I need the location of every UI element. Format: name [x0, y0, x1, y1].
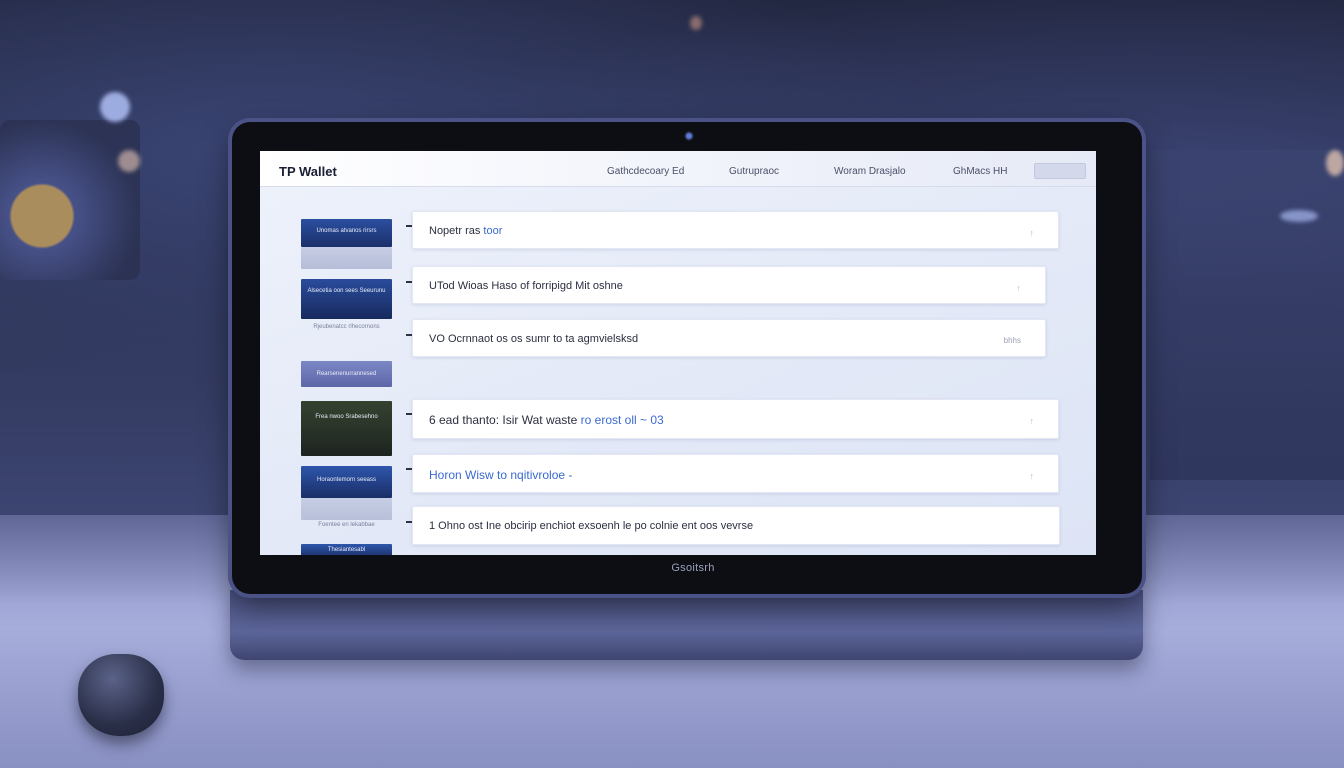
thumbnail[interactable]: Frea nwoo Srabesehno [301, 401, 392, 456]
background-light [690, 16, 702, 30]
background-light [100, 92, 130, 122]
thumbnail-label: Thesiantesabl [327, 547, 366, 553]
thumbnail[interactable]: Alsecetia oon sees Seeurunu [301, 279, 392, 319]
thumbnail-label: Horaontemorn seeass [316, 477, 377, 483]
nav-item[interactable]: Gathcdecoary Ed [607, 166, 684, 177]
monitor-brand: Gsoitsrh [671, 562, 715, 574]
chevron-icon: ↑ [1029, 471, 1035, 481]
thumbnail-strip [301, 247, 392, 269]
nav-item[interactable]: Woram Drasjalo [834, 166, 906, 177]
chevron-icon: ↑ [1016, 283, 1022, 293]
app-title: TP Wallet [279, 164, 337, 179]
thumbnail[interactable]: Unomas atvanos rirsrs [301, 219, 392, 247]
row-text: VO Ocrnnaot os os sumr to ta agmvielsksd [429, 333, 639, 345]
thumbnail-column: Unomas atvanos rirsrs Alsecetia oon sees… [301, 219, 392, 555]
thumbnail-caption: Rjeubenatcc rlhecornons [313, 324, 380, 330]
mouse-device [78, 654, 164, 736]
thumbnail-caption: Foentee en lekabbae [318, 522, 375, 528]
background-monitor [0, 120, 140, 280]
list-row[interactable]: Horon Wisw to nqitivroloe - ↑ [412, 454, 1059, 493]
thumbnail-label: Frea nwoo Srabesehno [315, 414, 378, 420]
row-text: 1 Ohno ost Ine obcirip enchiot exsoenh l… [429, 520, 754, 532]
thumbnail-caption [301, 333, 392, 342]
background-light [1280, 210, 1318, 222]
thumbnail-label: Unomas atvanos rirsrs [316, 228, 377, 234]
thumbnail-label: Alsecetia oon sees Seeurunu [307, 288, 386, 294]
chevron-icon: ↑ [1029, 228, 1035, 238]
thumbnail[interactable]: Rearsenenurrannesed [301, 361, 392, 387]
chevron-icon: ↑ [1029, 416, 1035, 426]
row-text: 6 ead thanto: Isir Wat waste ro erost ol… [429, 413, 664, 427]
nav-action-button[interactable] [1034, 163, 1086, 179]
row-text: UTod Wioas Haso of forripigd Mit oshne [429, 280, 623, 292]
background-shelf [1150, 150, 1344, 480]
background-light [118, 150, 140, 172]
thumbnail-strip [301, 498, 392, 520]
camera-icon [684, 131, 694, 141]
list-row[interactable]: 6 ead thanto: Isir Wat waste ro erost ol… [412, 399, 1059, 439]
screen: TP Wallet Gathcdecoary Ed Gutrupraoc Wor… [260, 151, 1096, 555]
list-row[interactable]: 1 Ohno ost Ine obcirip enchiot exsoenh l… [412, 506, 1060, 545]
row-aside: bhhs [1003, 336, 1021, 345]
row-text: Nopetr ras toor [429, 225, 503, 237]
background-light [1326, 150, 1344, 176]
list-row[interactable]: VO Ocrnnaot os os sumr to ta agmvielsksd… [412, 319, 1046, 357]
nav-item[interactable]: GhMacs HH [953, 166, 1007, 177]
thumbnail[interactable]: Horaontemorn seeass [301, 466, 392, 498]
monitor-chin [230, 590, 1143, 660]
list-row[interactable]: Nopetr ras toor ↑ [412, 211, 1059, 249]
top-navigation-bar: TP Wallet Gathcdecoary Ed Gutrupraoc Wor… [260, 151, 1096, 187]
row-text: Horon Wisw to nqitivroloe - [429, 468, 573, 482]
thumbnail-label: Rearsenenurrannesed [316, 371, 377, 377]
list-row[interactable]: UTod Wioas Haso of forripigd Mit oshne ↑ [412, 266, 1046, 304]
thumbnail[interactable]: Thesiantesabl [301, 544, 392, 555]
nav-item[interactable]: Gutrupraoc [729, 166, 779, 177]
